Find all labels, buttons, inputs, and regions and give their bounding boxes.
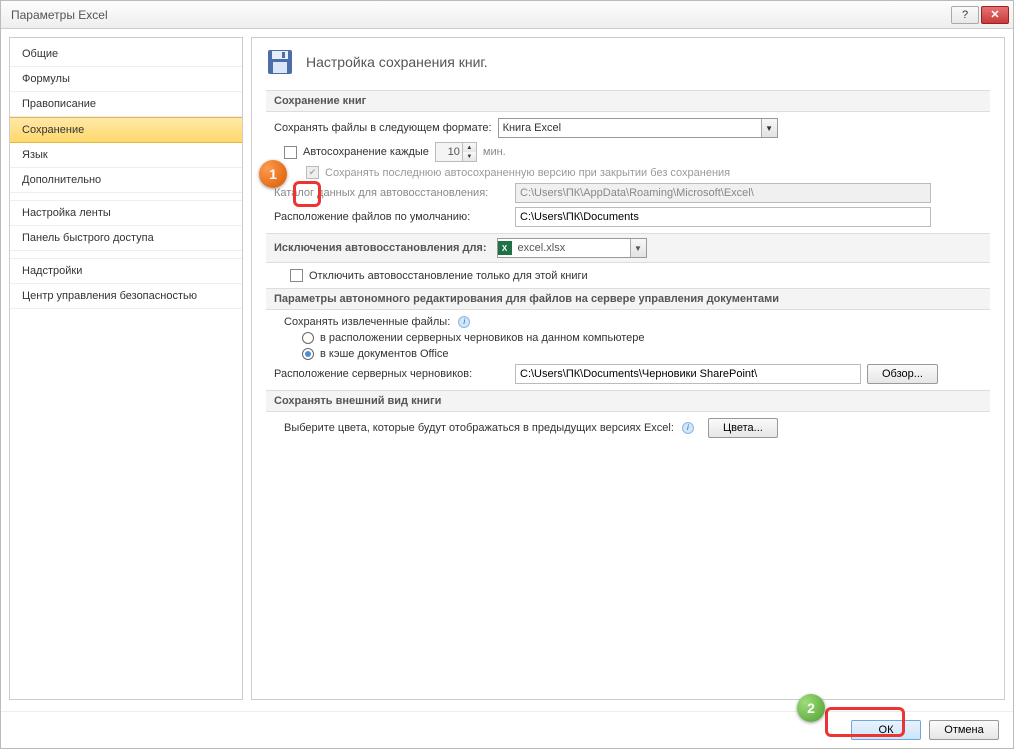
panel-title: Настройка сохранения книг.: [306, 54, 488, 70]
chevron-down-icon: ▼: [630, 239, 646, 257]
cancel-button[interactable]: Отмена: [929, 720, 999, 740]
spinner-up-icon[interactable]: ▲: [463, 143, 476, 152]
sidebar-item-trust-center[interactable]: Центр управления безопасностью: [10, 284, 242, 309]
drafts-path-input[interactable]: [515, 364, 861, 384]
close-button[interactable]: ✕: [981, 6, 1009, 24]
ok-button[interactable]: ОК: [851, 720, 921, 740]
browse-button[interactable]: Обзор...: [867, 364, 938, 384]
drafts-path-label: Расположение серверных черновиков:: [274, 368, 509, 380]
section-offline-editing: Параметры автономного редактирования для…: [266, 288, 990, 310]
excel-options-window: Параметры Excel ? ✕ Общие Формулы Правоп…: [0, 0, 1014, 749]
sidebar-item-qat[interactable]: Панель быстрого доступа: [10, 226, 242, 251]
sidebar-item-addins[interactable]: Надстройки: [10, 259, 242, 284]
chevron-down-icon: ▼: [761, 119, 777, 137]
autorecover-path-input: [515, 183, 931, 203]
excel-file-icon: X: [498, 241, 512, 255]
save-format-label: Сохранять файлы в следующем формате:: [274, 122, 492, 134]
sidebar-item-advanced[interactable]: Дополнительно: [10, 168, 242, 193]
sidebar-item-formulas[interactable]: Формулы: [10, 67, 242, 92]
save-checked-out-label: Сохранять извлеченные файлы:: [284, 316, 450, 328]
sidebar-item-language[interactable]: Язык: [10, 143, 242, 168]
radio-server-drafts-label: в расположении серверных черновиков на д…: [320, 332, 644, 344]
save-format-combo[interactable]: Книга Excel ▼: [498, 118, 778, 138]
default-path-input[interactable]: [515, 207, 931, 227]
radio-office-cache-label: в кэше документов Office: [320, 348, 449, 360]
callout-2: 2: [797, 694, 825, 722]
exception-file-combo[interactable]: X excel.xlsx ▼: [497, 238, 647, 258]
help-button[interactable]: ?: [951, 6, 979, 24]
colors-prompt-label: Выберите цвета, которые будут отображать…: [284, 422, 674, 434]
options-panel: Настройка сохранения книг. Сохранение кн…: [251, 37, 1005, 700]
dialog-footer: ОК Отмена: [1, 711, 1013, 748]
section-preserve-look: Сохранять внешний вид книги: [266, 390, 990, 412]
minutes-label: мин.: [483, 146, 506, 158]
titlebar: Параметры Excel ? ✕: [1, 1, 1013, 29]
info-icon[interactable]: i: [458, 316, 470, 328]
keep-last-label: Сохранять последнюю автосохраненную верс…: [325, 167, 730, 179]
sidebar-item-proofing[interactable]: Правописание: [10, 92, 242, 117]
spinner-down-icon[interactable]: ▼: [463, 152, 476, 161]
default-path-label: Расположение файлов по умолчанию:: [274, 211, 509, 223]
autosave-minutes-spinner[interactable]: ▲▼: [435, 142, 477, 162]
save-icon: [266, 48, 294, 76]
sidebar-item-save[interactable]: Сохранение: [10, 117, 242, 143]
info-icon[interactable]: i: [682, 422, 694, 434]
callout-1: 1: [259, 160, 287, 188]
radio-office-cache[interactable]: [302, 348, 314, 360]
disable-autorecover-checkbox[interactable]: [290, 269, 303, 282]
sidebar-item-general[interactable]: Общие: [10, 42, 242, 67]
radio-server-drafts[interactable]: [302, 332, 314, 344]
category-sidebar: Общие Формулы Правописание Сохранение Яз…: [9, 37, 243, 700]
autorecover-path-label: Каталог данных для автовосстановления:: [274, 187, 509, 199]
section-autorecover-exceptions: Исключения автовосстановления для: X exc…: [266, 233, 990, 263]
autosave-label: Автосохранение каждые: [303, 146, 429, 158]
autosave-checkbox[interactable]: [284, 146, 297, 159]
disable-autorecover-label: Отключить автовосстановление только для …: [309, 270, 588, 282]
keep-last-checkbox: ✔: [306, 166, 319, 179]
section-save-workbooks: Сохранение книг: [266, 90, 990, 112]
window-title: Параметры Excel: [11, 8, 951, 22]
colors-button[interactable]: Цвета...: [708, 418, 778, 438]
sidebar-item-ribbon[interactable]: Настройка ленты: [10, 201, 242, 226]
